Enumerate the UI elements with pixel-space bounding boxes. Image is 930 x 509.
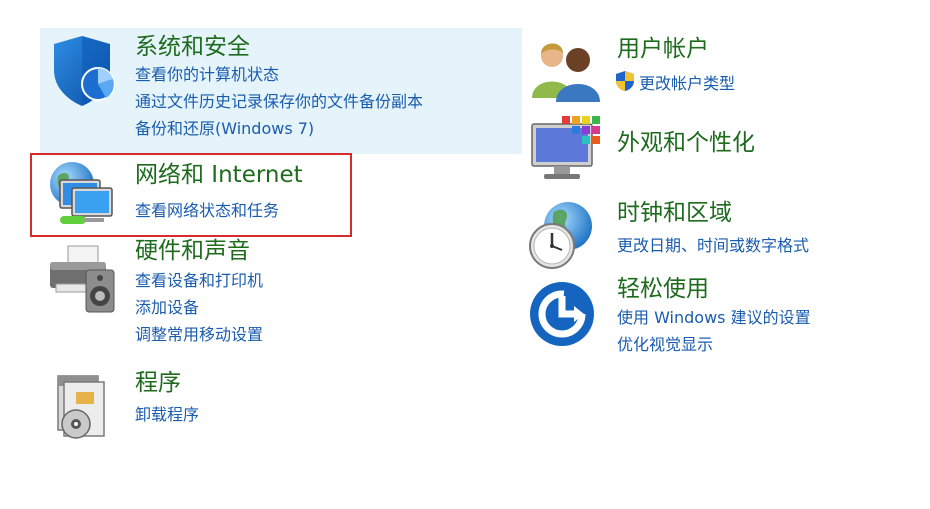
uac-shield-icon — [614, 70, 636, 100]
devices-printers-link[interactable]: 查看设备和打印机 — [135, 267, 263, 294]
category-title[interactable]: 程序 — [135, 368, 181, 398]
change-account-type-link[interactable]: 更改帐户类型 — [614, 70, 735, 100]
category-links: 查看你的计算机状态 通过文件历史记录保存你的文件备份副本 备份和还原(Windo… — [135, 61, 423, 142]
category-title[interactable]: 轻松使用 — [617, 274, 709, 304]
ease-of-access-icon[interactable] — [528, 274, 608, 354]
change-account-type-label: 更改帐户类型 — [639, 74, 736, 93]
category-links: 更改帐户类型 — [614, 70, 735, 100]
file-history-backup-link[interactable]: 通过文件历史记录保存你的文件备份副本 — [135, 88, 423, 115]
category-links: 查看设备和打印机 添加设备 调整常用移动设置 — [135, 267, 263, 348]
category-links: 卸载程序 — [135, 401, 199, 428]
security-shield-icon[interactable] — [46, 32, 126, 112]
category-title[interactable]: 硬件和声音 — [135, 236, 250, 266]
optimize-visual-display-link[interactable]: 优化视觉显示 — [617, 331, 811, 358]
programs-disc-icon[interactable] — [46, 368, 126, 448]
category-title[interactable]: 用户帐户 — [617, 34, 709, 64]
users-icon[interactable] — [528, 34, 608, 114]
change-date-time-format-link[interactable]: 更改日期、时间或数字格式 — [617, 232, 809, 259]
clock-globe-icon[interactable] — [528, 198, 608, 278]
mobility-settings-link[interactable]: 调整常用移动设置 — [135, 321, 263, 348]
printer-speaker-icon[interactable] — [46, 236, 126, 316]
view-computer-status-link[interactable]: 查看你的计算机状态 — [135, 61, 423, 88]
appearance-monitor-icon[interactable] — [528, 112, 608, 192]
add-device-link[interactable]: 添加设备 — [135, 294, 263, 321]
uninstall-program-link[interactable]: 卸载程序 — [135, 401, 199, 428]
selection-outline — [30, 153, 352, 237]
recommended-settings-link[interactable]: 使用 Windows 建议的设置 — [617, 304, 811, 331]
category-title[interactable]: 时钟和区域 — [617, 198, 732, 228]
control-panel-categories: 系统和安全 查看你的计算机状态 通过文件历史记录保存你的文件备份副本 备份和还原… — [0, 0, 930, 509]
category-links: 使用 Windows 建议的设置 优化视觉显示 — [617, 304, 811, 358]
category-links: 更改日期、时间或数字格式 — [617, 232, 809, 259]
category-title[interactable]: 外观和个性化 — [617, 128, 755, 158]
category-title[interactable]: 系统和安全 — [135, 32, 250, 62]
backup-restore-link[interactable]: 备份和还原(Windows 7) — [135, 115, 423, 142]
